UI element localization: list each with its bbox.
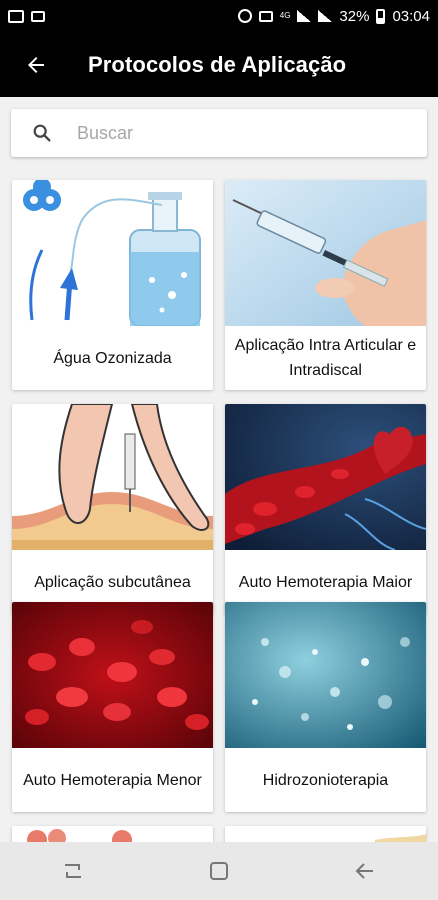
system-nav-bar xyxy=(0,842,438,900)
search-icon xyxy=(33,124,51,142)
nav-back-button[interactable] xyxy=(335,842,395,900)
network-label: 4G xyxy=(279,11,291,20)
nav-back-icon xyxy=(355,863,373,879)
card-auto-hemoterapia-maior[interactable]: Auto Hemoterapia Maior xyxy=(225,404,426,614)
home-icon xyxy=(210,862,228,880)
status-left xyxy=(8,9,45,23)
recent-apps-icon xyxy=(65,864,81,878)
notification-icon xyxy=(8,9,24,23)
screen: 4G 32% 03:04 Protocolos de Aplicação Bus… xyxy=(0,0,438,900)
page-title: Protocolos de Aplicação xyxy=(88,51,347,77)
signal-icon xyxy=(297,10,312,22)
search-input[interactable] xyxy=(73,122,393,144)
app-bar: Protocolos de Aplicação xyxy=(0,32,438,97)
card-image xyxy=(225,602,426,748)
card-image xyxy=(225,180,426,326)
back-button[interactable] xyxy=(0,32,72,97)
nav-home-button[interactable] xyxy=(189,842,249,900)
image-icon xyxy=(31,10,45,22)
card-aplicacao-subcutanea[interactable]: Aplicação subcutânea xyxy=(12,404,213,614)
signal-icon-2 xyxy=(318,10,333,22)
card-hidrozonioterapia[interactable]: Hidrozonioterapia xyxy=(225,602,426,812)
card-image xyxy=(225,404,426,550)
search-icon-wrap xyxy=(11,122,73,144)
card-label: Aplicação Intra Articular e Intradiscal xyxy=(234,337,417,379)
status-bar: 4G 32% 03:04 xyxy=(0,0,438,32)
nav-recent-button[interactable] xyxy=(43,842,103,900)
status-right: 4G 32% 03:04 xyxy=(237,7,430,25)
card-label: Hidrozonioterapia xyxy=(262,771,389,789)
card-agua-ozonizada[interactable]: Água Ozonizada xyxy=(12,180,213,390)
battery-percent: 32% xyxy=(339,7,370,25)
card-image xyxy=(12,404,213,550)
card-label: Água Ozonizada xyxy=(53,349,172,367)
search-bar[interactable] xyxy=(11,109,427,157)
alarm-icon xyxy=(237,9,252,23)
card-image xyxy=(12,602,213,748)
arrow-left-icon xyxy=(28,56,44,73)
card-image xyxy=(12,180,213,326)
clock: 03:04 xyxy=(392,7,430,25)
card-auto-hemoterapia-menor[interactable]: Auto Hemoterapia Menor xyxy=(12,602,213,812)
cast-icon xyxy=(258,10,273,22)
card-label: Auto Hemoterapia Menor xyxy=(23,771,202,789)
card-aplicacao-intra-articular[interactable]: Aplicação Intra Articular e Intradiscal xyxy=(225,180,426,390)
battery-icon xyxy=(376,8,386,24)
